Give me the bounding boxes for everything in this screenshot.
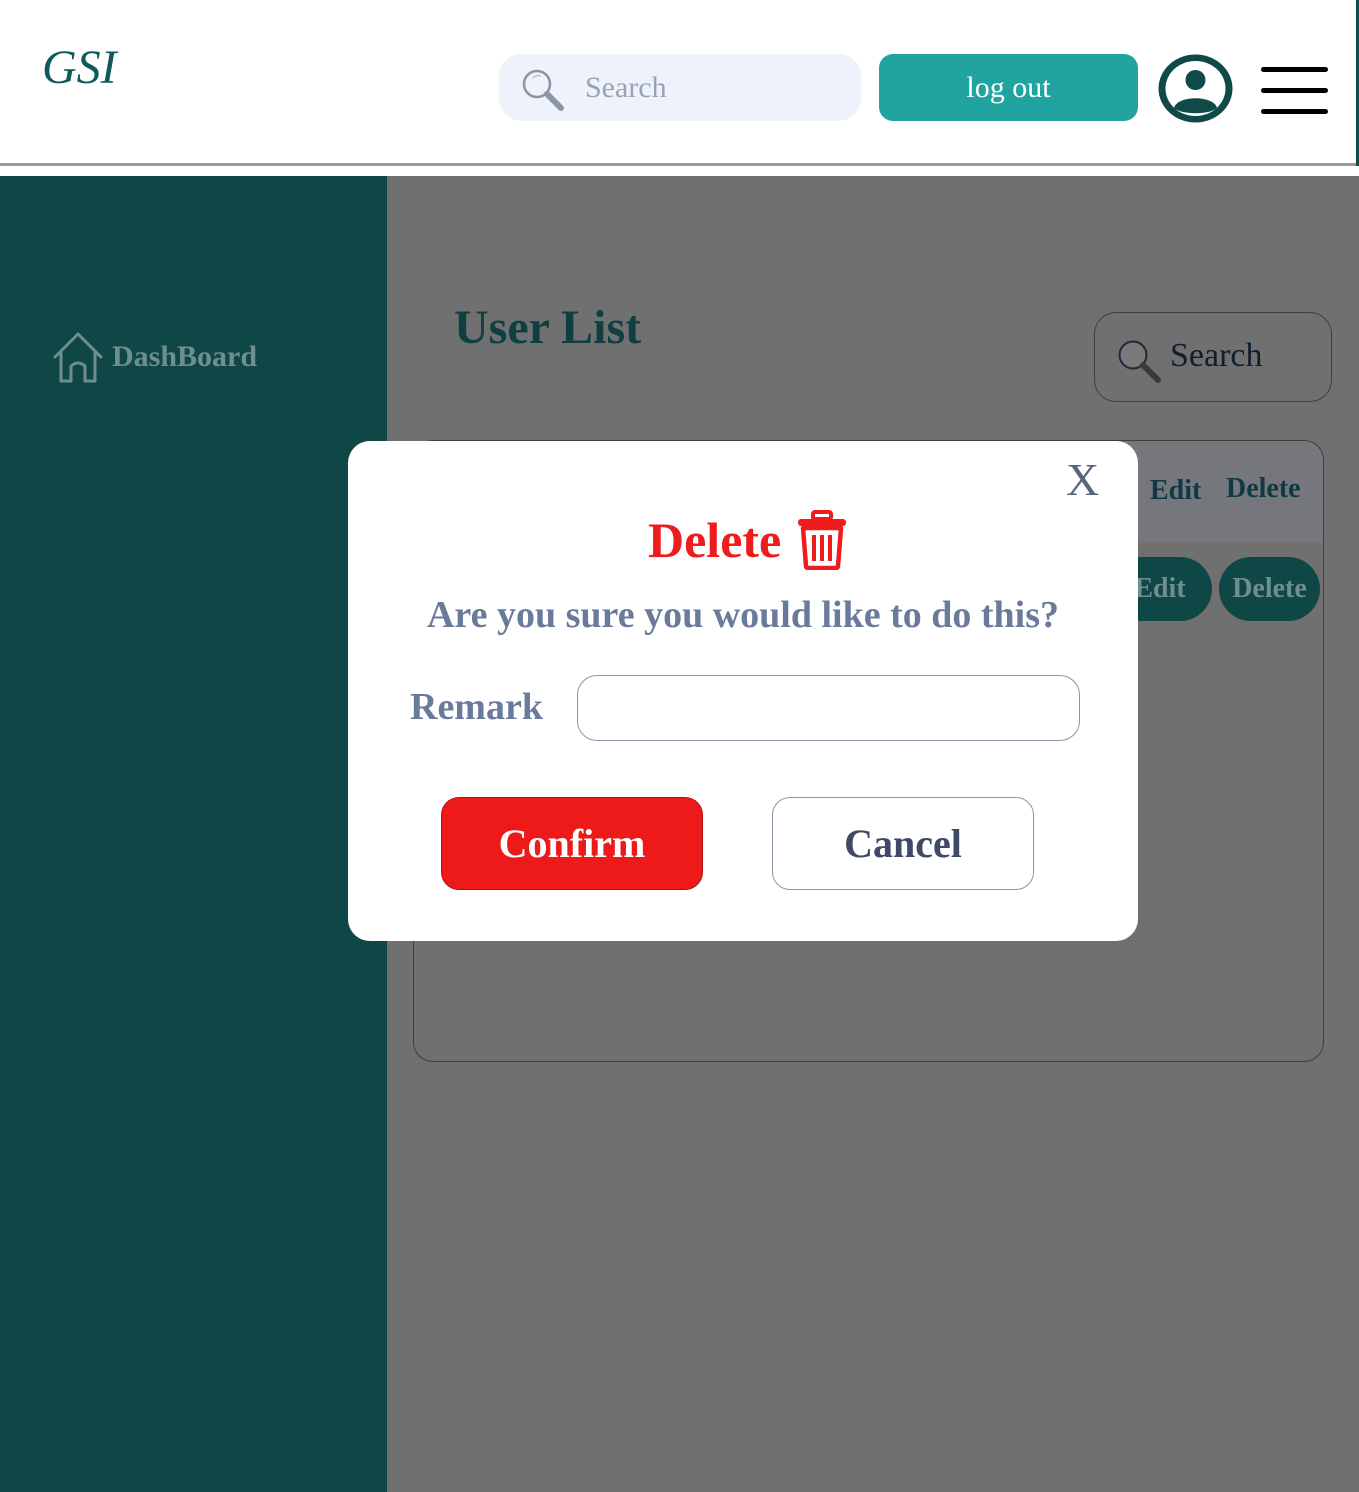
logout-button[interactable]: log out: [879, 54, 1138, 121]
column-header-edit: Edit: [1150, 475, 1202, 506]
dialog-title: Delete: [648, 512, 782, 568]
hamburger-menu-icon[interactable]: [1261, 67, 1328, 115]
dialog-question: Are you sure you would like to do this?: [426, 594, 1060, 636]
sidebar-item-dashboard[interactable]: DashBoard: [52, 330, 257, 384]
home-icon: [53, 332, 103, 383]
app-logo[interactable]: GSI: [42, 44, 117, 92]
trash-icon: [798, 510, 847, 570]
sidebar-item-label: DashBoard: [112, 340, 258, 373]
delete-confirm-dialog: X Delete Are you sure you would like to …: [348, 441, 1138, 941]
close-icon[interactable]: X: [1066, 457, 1099, 503]
header-search-placeholder: Search: [585, 71, 667, 104]
column-header-delete: Delete: [1226, 473, 1301, 504]
user-search-placeholder: Search: [1170, 337, 1263, 374]
search-icon: [1118, 340, 1161, 383]
user-search-box[interactable]: Search: [1094, 312, 1332, 402]
row-delete-button[interactable]: Delete: [1219, 557, 1320, 621]
page-title: User List: [454, 301, 642, 354]
header-search-box[interactable]: Search: [499, 54, 861, 121]
remark-input[interactable]: [577, 675, 1080, 741]
remark-label: Remark: [410, 686, 543, 728]
top-header: GSI Search log out: [0, 0, 1359, 166]
user-avatar-icon[interactable]: [1157, 53, 1234, 124]
search-icon: [522, 69, 564, 111]
dialog-title-row: Delete: [648, 509, 849, 571]
sidebar: DashBoard: [0, 176, 387, 1492]
cancel-button[interactable]: Cancel: [772, 797, 1034, 890]
confirm-button[interactable]: Confirm: [441, 797, 703, 890]
